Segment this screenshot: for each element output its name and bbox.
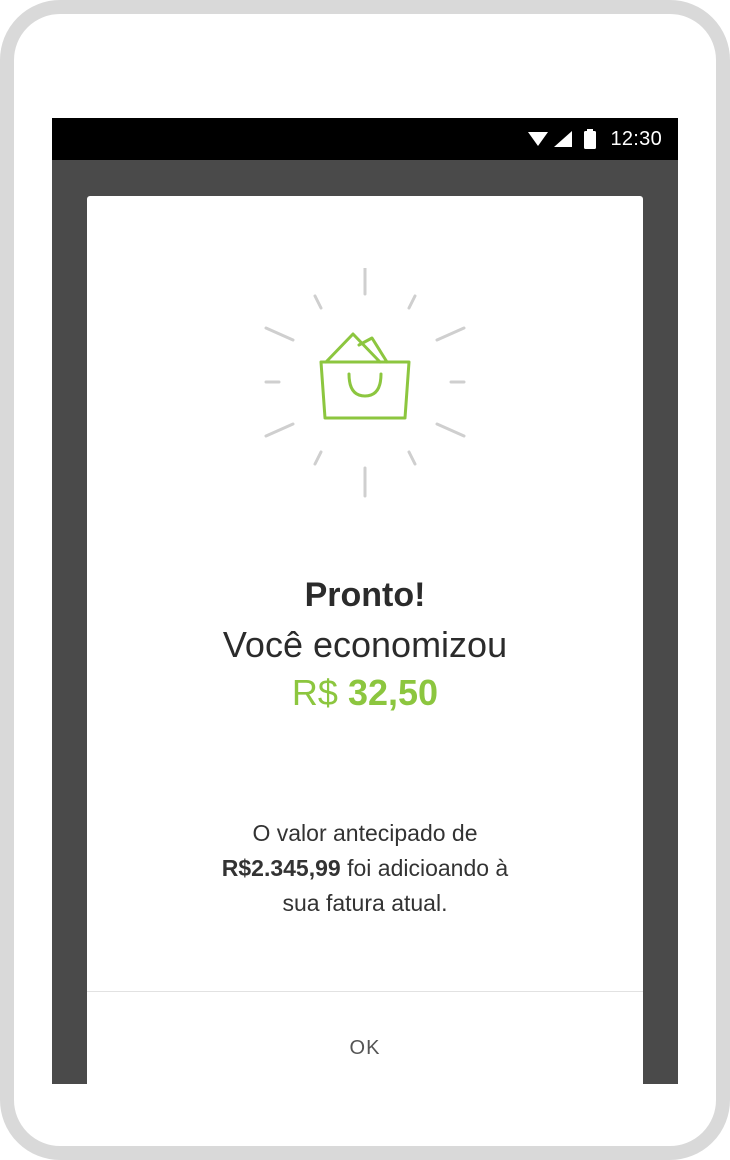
dialog-message: O valor antecipado de R$2.345,99 foi adi…	[147, 816, 583, 921]
device-screen: 12:30 Pronto! Você economizou R$ 32,50 O…	[52, 118, 678, 1084]
ok-button[interactable]: OK	[87, 992, 643, 1084]
status-bar: 12:30	[52, 118, 678, 160]
success-dialog: Pronto! Você economizou R$ 32,50 O valor…	[87, 196, 643, 1084]
message-line-3: sua fatura atual.	[282, 890, 448, 916]
savings-amount: R$ 32,50	[87, 672, 643, 714]
battery-icon	[584, 129, 597, 149]
status-time: 12:30	[610, 127, 662, 150]
shopping-bag-icon	[263, 266, 467, 502]
currency-symbol: R$	[291, 672, 338, 713]
message-line-1: O valor antecipado de	[252, 820, 478, 846]
amount-value: 32,50	[347, 672, 439, 713]
wifi-icon	[528, 131, 549, 147]
message-line-2: foi adicioando à	[347, 855, 509, 881]
dialog-subtitle: Você economizou	[222, 624, 508, 665]
signal-icon	[554, 131, 573, 147]
message-amount: R$2.345,99	[221, 855, 341, 881]
dialog-title: Pronto!	[304, 576, 426, 614]
